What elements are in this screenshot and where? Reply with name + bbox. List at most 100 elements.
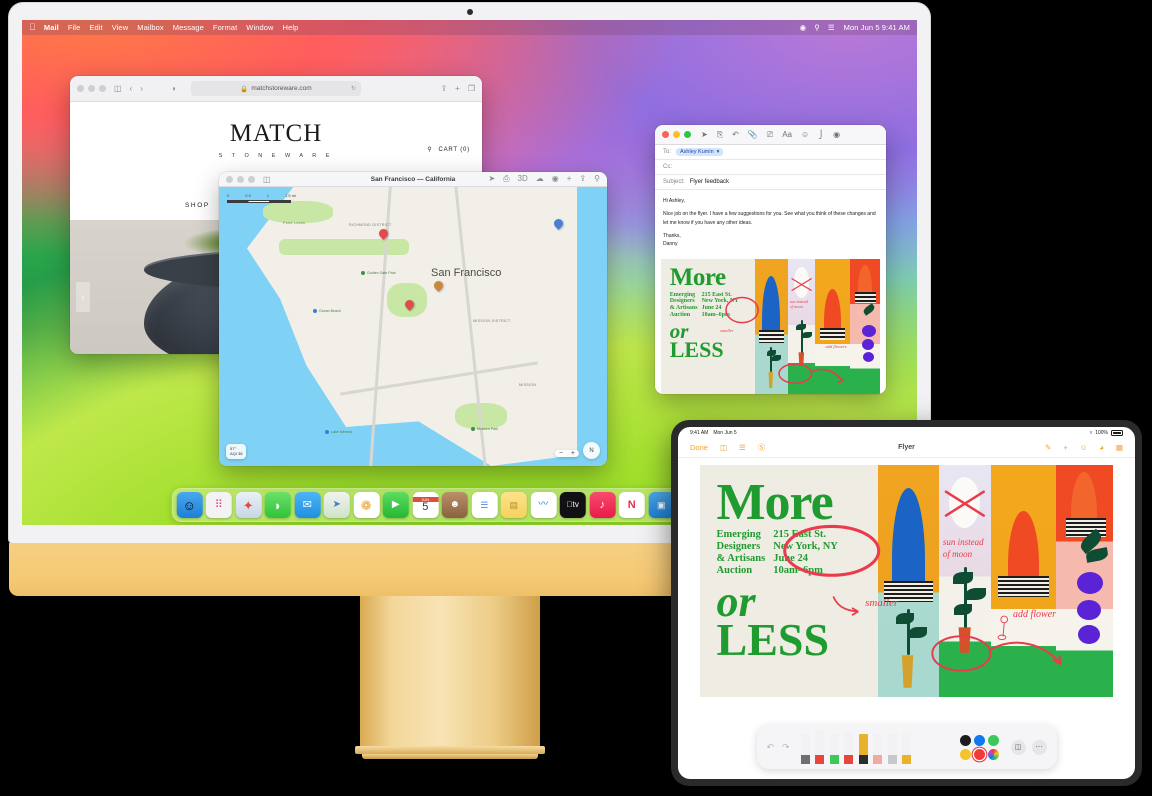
undo-icon[interactable]: ↶	[732, 130, 739, 139]
attach-icon[interactable]: 📎	[748, 130, 758, 139]
menu-bar-clock[interactable]: Mon Jun 5 9:41 AM	[844, 23, 910, 32]
dock-app-contacts[interactable]: ☻	[441, 492, 468, 518]
mail-compose-window[interactable]: ➤ ⎘ ↶ 📎 ⎚ Aa ☺ ⎭ ◉ To: Ashley Kumin ▾ Cc…	[655, 125, 886, 394]
chevron-down-icon[interactable]: ▾	[717, 149, 720, 155]
ipad-toolbar-right[interactable]: ✎ + ☺ ◕ ▦	[1045, 443, 1123, 452]
dock-app-calendar[interactable]: JUN 5	[412, 492, 439, 518]
recipient-token[interactable]: Ashley Kumin ▾	[676, 148, 724, 156]
poi-ocean-beach[interactable]: Ocean Beach	[313, 309, 341, 313]
sidebar-icon[interactable]: ◫	[263, 175, 271, 184]
close-button[interactable]	[662, 131, 669, 138]
maps-window[interactable]: ◫ San Francisco — California ➤ ⎙ 3D ☁ ◉ …	[219, 172, 607, 466]
search-icon[interactable]: ⚲	[814, 23, 820, 32]
menu-bar[interactable]:  Mail File Edit View Mailbox Message Fo…	[22, 20, 917, 35]
zoom-controls[interactable]: − +	[554, 450, 579, 457]
dock-app-news[interactable]: N	[618, 492, 645, 518]
document-icon[interactable]: ▦	[1116, 443, 1123, 452]
mail-to-row[interactable]: To: Ashley Kumin ▾	[655, 145, 886, 160]
cart-link[interactable]: ⚲ CART (0)	[427, 146, 470, 154]
send-icon[interactable]: ➤	[701, 130, 708, 139]
color-wheel-icon[interactable]	[987, 748, 999, 760]
color-swatch-red-selected[interactable]	[973, 748, 985, 760]
search-icon[interactable]: ⚲	[427, 146, 432, 153]
directions-icon[interactable]: ➤	[488, 174, 495, 184]
search-icon[interactable]: ⚲	[594, 174, 600, 184]
add-icon[interactable]: +	[567, 174, 572, 184]
dock-app-appletv[interactable]: tv	[559, 492, 586, 518]
markup-icon[interactable]: ◉	[833, 130, 840, 139]
attach-window-icon[interactable]: ⎘	[717, 130, 723, 140]
more-icon[interactable]: ⋯	[1031, 739, 1047, 755]
flyer-attachment[interactable]: More Emerging Designers & Artisans Aucti…	[661, 259, 880, 394]
format-icon[interactable]: Aa	[782, 130, 792, 139]
wifi-icon[interactable]: ◉	[800, 23, 807, 32]
back-icon[interactable]: ‹	[130, 84, 133, 93]
maximize-button[interactable]	[684, 131, 691, 138]
color-swatch-yellow[interactable]	[959, 748, 971, 760]
zoom-out-button[interactable]: −	[555, 450, 567, 457]
mail-subject-row[interactable]: Subject: Flyer feedback	[655, 175, 886, 190]
reader-icon[interactable]: ◑	[171, 84, 176, 93]
dock-app-notes[interactable]: ▤	[500, 492, 527, 518]
felt-tip-tool[interactable]	[844, 731, 854, 764]
ipad-toolbar[interactable]: Done ◫ ☰ Ⓢ Flyer ✎ + ☺ ◕ ▦	[678, 438, 1135, 458]
reload-icon[interactable]: ↻	[351, 85, 356, 92]
dock-app-reminders[interactable]: ☰	[471, 492, 498, 518]
menu-item-window[interactable]: Window	[246, 23, 273, 32]
weather-icon[interactable]: ☁	[536, 174, 544, 184]
no-markup-icon[interactable]: Ⓢ	[758, 442, 766, 453]
address-bar[interactable]: 🔒 matchstoreware.com ↻	[191, 81, 361, 96]
emoji-icon[interactable]: ☺	[801, 130, 809, 139]
tab-overview-icon[interactable]: ❐	[468, 84, 475, 93]
pen-tool[interactable]	[800, 734, 810, 764]
menu-item-view[interactable]: View	[112, 23, 129, 32]
color-swatch-black[interactable]	[959, 734, 971, 746]
close-button[interactable]	[77, 85, 84, 92]
lasso-tool[interactable]	[887, 734, 897, 764]
undo-redo-group[interactable]: ↶ ↷	[767, 742, 790, 753]
mail-toolbar[interactable]: ➤ ⎘ ↶ 📎 ⎚ Aa ☺ ⎭ ◉	[655, 125, 886, 145]
ruler-icon[interactable]: ◫	[1010, 739, 1026, 755]
palette-extra-buttons[interactable]: ◫ ⋯	[1010, 739, 1047, 755]
poi-lake-merced[interactable]: Lake Merced	[325, 430, 352, 434]
zoom-in-button[interactable]: +	[567, 450, 579, 457]
mail-cc-row[interactable]: Cc:	[655, 160, 886, 175]
add-icon[interactable]: +	[1063, 443, 1067, 452]
forward-icon[interactable]: ›	[140, 84, 143, 93]
maps-toolbar-right[interactable]: ➤ ⎙ 3D ☁ ◉ + ⇪ ⚲	[488, 174, 600, 184]
maximize-button[interactable]	[99, 85, 106, 92]
flyer-document[interactable]: More Emerging Designers & Artisans Aucti…	[700, 465, 1113, 697]
dock-app-freeform[interactable]: 〰	[530, 492, 557, 518]
pen-tools-group[interactable]	[800, 730, 948, 764]
maps-window-controls[interactable]	[226, 175, 255, 183]
mail-body[interactable]: Hi Ashley, Nice job on the flyer. I have…	[655, 190, 886, 257]
done-button[interactable]: Done	[690, 443, 708, 452]
dock-app-music[interactable]: ♪	[589, 492, 616, 518]
markup-tool-palette[interactable]: ↶ ↷ ◫ ⋯	[756, 725, 1057, 769]
carousel-previous-button[interactable]: ‹	[76, 281, 90, 312]
sidebar-icon[interactable]: ◫	[114, 84, 122, 93]
maximize-button[interactable]	[248, 175, 255, 183]
marker-tool[interactable]	[815, 730, 825, 764]
markup-pen-icon[interactable]: ✎	[1045, 443, 1051, 452]
dock-app-safari[interactable]: ✦	[235, 492, 262, 518]
paint-tool[interactable]	[858, 734, 868, 764]
minimize-button[interactable]	[88, 85, 95, 92]
ruler-pen-tool[interactable]	[902, 732, 912, 764]
minimize-button[interactable]	[237, 175, 244, 183]
color-swatch-blue[interactable]	[973, 734, 985, 746]
dock-app-photos[interactable]: ❁	[353, 492, 380, 518]
list-icon[interactable]: ☰	[739, 443, 746, 452]
share-icon[interactable]: ⇪	[440, 84, 447, 93]
weather-widget[interactable]: 57° AQI 38	[226, 443, 247, 459]
dock-app-messages[interactable]: ◗	[264, 492, 291, 518]
control-center-icon[interactable]: ☰	[828, 23, 835, 32]
share-person-icon[interactable]: ☺	[1080, 443, 1088, 452]
window-controls[interactable]	[77, 85, 106, 92]
ipad-toolbar-left[interactable]: Done ◫ ☰ Ⓢ	[690, 442, 765, 453]
menu-item-help[interactable]: Help	[283, 23, 299, 32]
dock-app-facetime[interactable]: ▶	[382, 492, 409, 518]
menu-item-file[interactable]: File	[68, 23, 81, 32]
globe-icon[interactable]: ◉	[552, 174, 559, 184]
share-icon[interactable]: ⇪	[579, 174, 586, 184]
